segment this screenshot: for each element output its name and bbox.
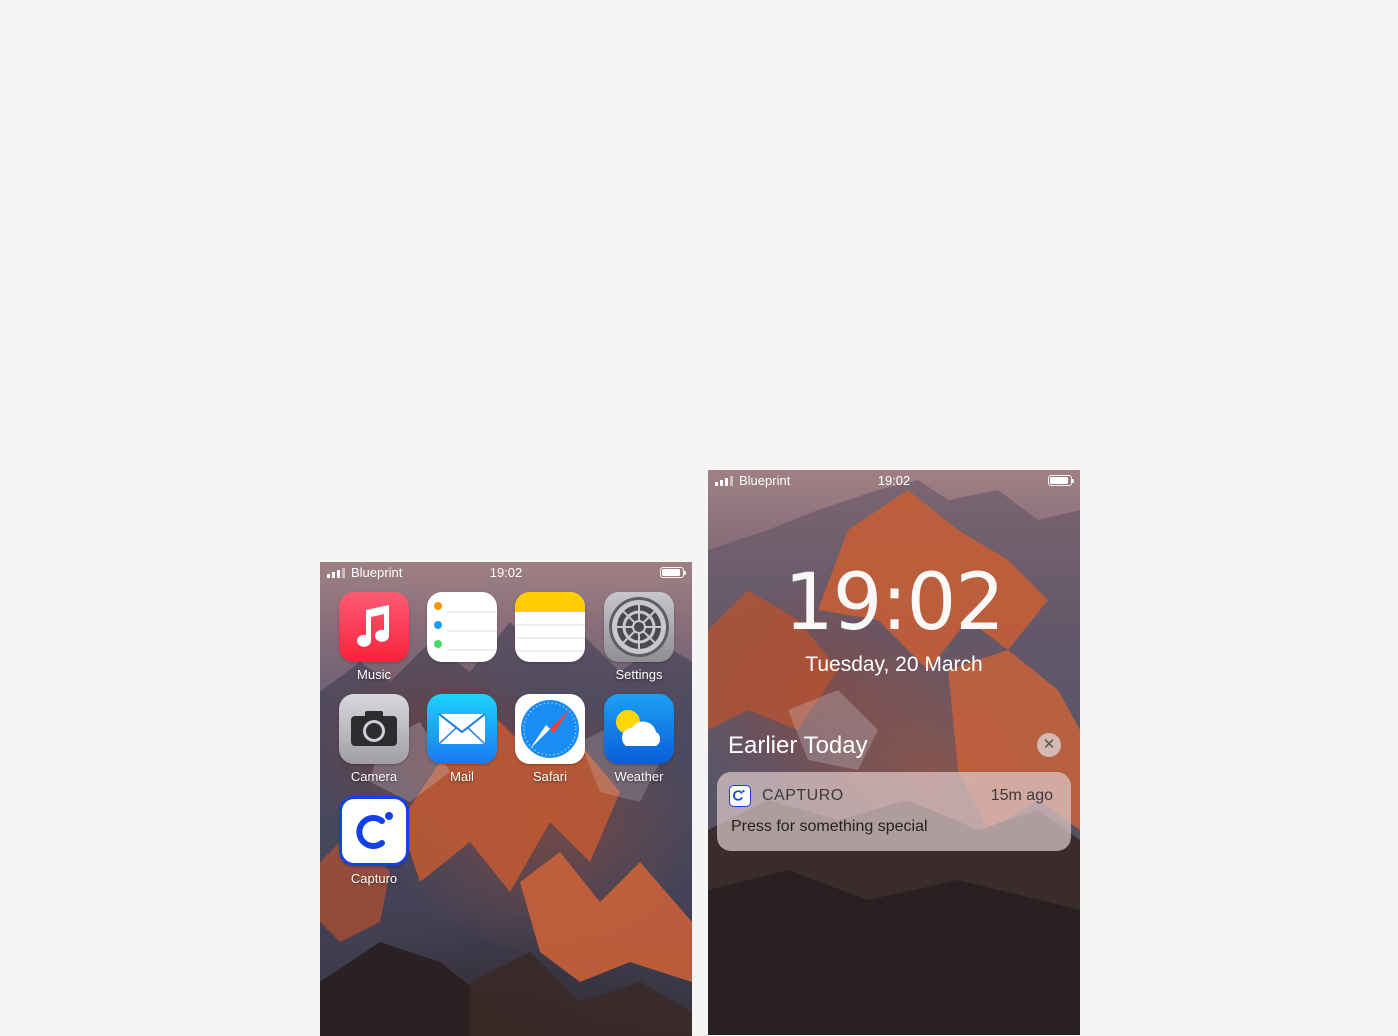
reminders-icon <box>427 592 497 662</box>
battery-icon <box>1048 475 1074 486</box>
safari-icon <box>515 694 585 764</box>
mail-icon <box>427 694 497 764</box>
notification-time: 15m ago <box>990 787 1053 804</box>
settings-icon <box>604 592 674 662</box>
app-safari[interactable]: Safari <box>512 694 588 794</box>
app-label: Mail <box>450 769 474 784</box>
weather-icon <box>604 694 674 764</box>
lock-date: Tuesday, 20 March <box>805 653 983 676</box>
battery-icon <box>660 567 686 578</box>
status-bar: Blueprint 19:02 <box>708 470 1080 490</box>
app-notes[interactable] <box>512 592 588 692</box>
app-label: Capturo <box>350 871 398 886</box>
app-capturo[interactable]: Capturo <box>336 796 412 896</box>
notes-icon <box>515 592 585 662</box>
lock-screen: Blueprint 19:02 19:02 Tuesday, 20 March … <box>708 470 1080 1035</box>
notification-card[interactable]: CAPTURO 15m ago Press for something spec… <box>717 772 1071 851</box>
capturo-icon <box>729 785 751 807</box>
app-mail[interactable]: Mail <box>424 694 500 794</box>
clear-notifications-button[interactable]: ✕ <box>1037 733 1061 757</box>
notification-body: Press for something special <box>731 818 928 835</box>
status-bar: Blueprint 19:02 <box>320 562 692 582</box>
app-label: Music <box>357 667 391 682</box>
app-music[interactable]: Music <box>336 592 412 692</box>
app-label: Weather <box>614 769 664 784</box>
music-icon <box>339 592 409 662</box>
app-label: Camera <box>350 769 398 784</box>
capturo-icon <box>339 796 409 866</box>
app-settings[interactable]: Settings <box>601 592 677 692</box>
notification-app-name: CAPTURO <box>762 787 844 804</box>
status-time: 19:02 <box>877 473 911 488</box>
app-camera[interactable]: Camera <box>336 694 412 794</box>
app-label: Safari <box>533 769 567 784</box>
camera-icon <box>339 694 409 764</box>
status-time: 19:02 <box>489 565 523 580</box>
app-label: Settings <box>615 667 663 682</box>
home-screen: Blueprint 19:02 Music Settings Camera Ma… <box>320 562 692 1036</box>
lock-clock: 19:02 <box>784 558 1005 648</box>
app-reminders[interactable] <box>424 592 500 692</box>
section-title: Earlier Today <box>728 732 868 759</box>
app-weather[interactable]: Weather <box>601 694 677 794</box>
